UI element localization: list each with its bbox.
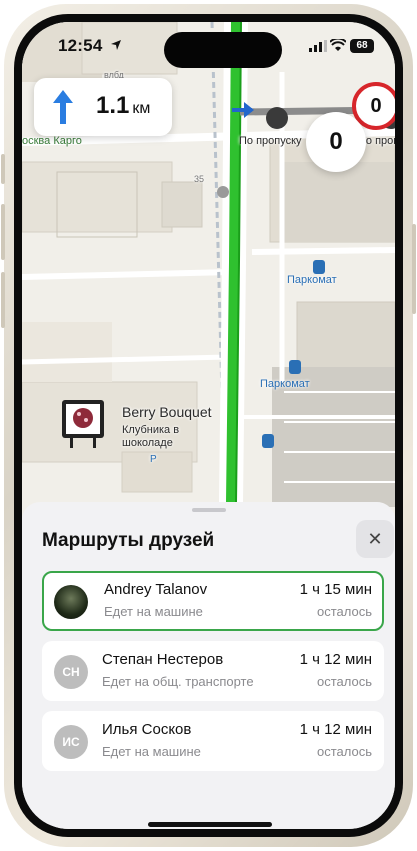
map-label-pass: По пропуску: [239, 135, 302, 147]
friend-status: Едет на машине: [102, 744, 201, 759]
location-arrow-icon: [111, 40, 121, 50]
volume-down-button: [1, 272, 5, 328]
friend-name: Andrey Talanov: [104, 581, 208, 598]
friend-name: Степан Нестеров: [102, 651, 224, 668]
friend-eta: 1 ч 12 мин: [299, 721, 372, 738]
friend-status: Едет на общ. транспорте: [102, 674, 254, 689]
friend-remaining: осталось: [316, 604, 372, 619]
screen: влбд осква Карго По пропуску По пропуску…: [22, 22, 395, 829]
map-label-parkomat-2: Паркомат: [260, 378, 310, 390]
status-bar: 12:54 68: [22, 22, 395, 70]
dynamic-island: [164, 32, 282, 68]
friend-row[interactable]: Andrey Talanov Едет на машине 1 ч 15 мин…: [42, 571, 384, 631]
maneuver-card[interactable]: 1.1 км: [34, 78, 172, 136]
volume-up-button: [1, 204, 5, 260]
friend-row[interactable]: СН Степан Нестеров Едет на общ. транспор…: [42, 641, 384, 701]
map-label-parking: P: [150, 454, 157, 465]
sheet-grabber[interactable]: [192, 508, 226, 512]
wifi-icon: [330, 39, 346, 51]
friend-name: Илья Сосков: [102, 721, 192, 738]
phone-frame: влбд осква Карго По пропуску По пропуску…: [1, 4, 416, 847]
bezel: влбд осква Карго По пропуску По пропуску…: [14, 14, 403, 837]
poi-name[interactable]: Berry Bouquet: [122, 404, 212, 420]
avatar: [54, 585, 88, 619]
current-speed: 0: [306, 112, 366, 172]
friend-remaining: осталось: [316, 744, 372, 759]
map-label-house-number: 35: [194, 174, 205, 184]
straight-arrow-icon: [53, 90, 73, 124]
poi-description: Клубника в шоколаде: [122, 424, 180, 449]
map-label-parkomat: Паркомат: [287, 274, 337, 286]
avatar: СН: [54, 655, 88, 689]
maneuver-distance: 1.1 км: [96, 92, 151, 119]
close-icon: ✕: [367, 529, 383, 549]
friend-row[interactable]: ИС Илья Сосков Едет на машине 1 ч 12 мин…: [42, 711, 384, 771]
avatar: ИС: [54, 725, 88, 759]
friends-routes-sheet: Маршруты друзей ✕ Andrey Talanov Едет на…: [22, 502, 395, 829]
friend-eta: 1 ч 15 мин: [299, 581, 372, 598]
side-button: [1, 154, 5, 184]
friend-remaining: осталось: [316, 674, 372, 689]
status-time: 12:54: [58, 36, 103, 55]
friend-eta: 1 ч 12 мин: [299, 651, 372, 668]
friend-status: Едет на машине: [104, 604, 203, 619]
close-button[interactable]: ✕: [356, 520, 394, 558]
map-label-cargo: осква Карго: [22, 135, 82, 147]
battery-icon: 68: [350, 39, 374, 53]
power-button: [412, 224, 416, 314]
cellular-signal-icon: [309, 40, 327, 52]
home-indicator[interactable]: [148, 822, 272, 827]
sheet-title: Маршруты друзей: [42, 530, 215, 551]
